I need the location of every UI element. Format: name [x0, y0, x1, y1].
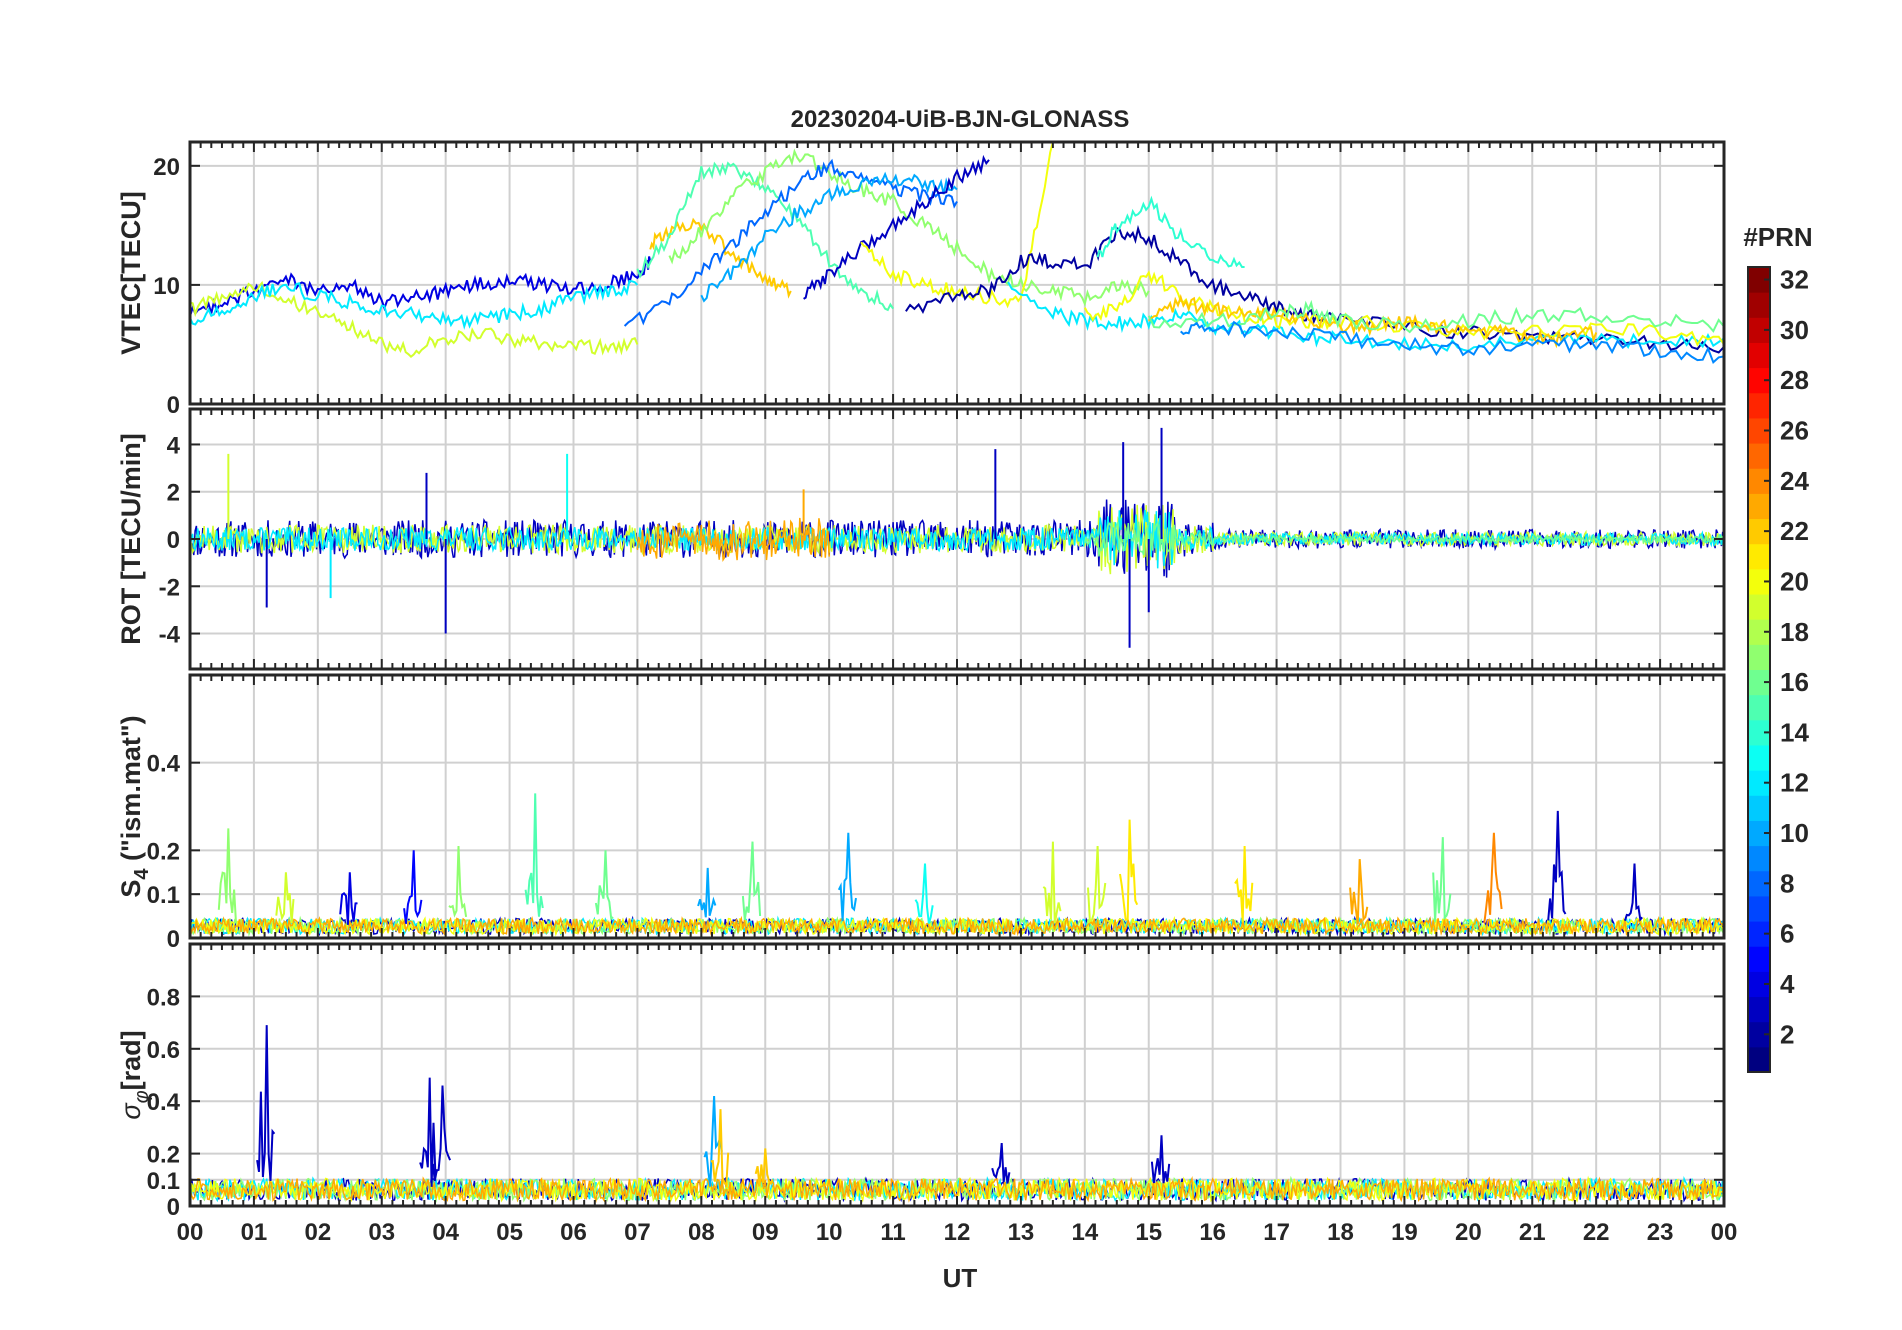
x-tick-label: 20: [1455, 1219, 1482, 1246]
y-tick-label: 2: [167, 480, 180, 507]
panel-sigma-phi: 00.10.20.40.60.8σφ[rad]: [116, 942, 1726, 1221]
colorbar-segment: [1748, 594, 1770, 620]
y-axis-label: VTEC[TECU]: [116, 191, 146, 355]
colorbar-segment: [1748, 342, 1770, 369]
x-tick-label: 22: [1583, 1219, 1610, 1246]
x-tick-label: 00: [1711, 1219, 1738, 1246]
y-tick-label: 0.2: [147, 838, 180, 865]
colorbar-segment: [1748, 996, 1770, 1023]
y-tick-label: 20: [153, 154, 180, 181]
y-tick-label: 4: [167, 432, 181, 459]
x-tick-label: 11: [880, 1219, 905, 1246]
x-tick-label: 05: [496, 1219, 523, 1246]
x-tick-label: 06: [560, 1219, 587, 1246]
x-tick-label: 03: [368, 1219, 395, 1246]
y-tick-label: 0: [167, 392, 180, 419]
colorbar-segment: [1748, 392, 1770, 419]
y-tick-label: 0.6: [147, 1037, 180, 1064]
colorbar-tick-label: 6: [1780, 919, 1794, 949]
x-tick-label: 15: [1135, 1219, 1162, 1246]
x-tick-label: 07: [624, 1219, 651, 1246]
colorbar-segment: [1748, 543, 1770, 570]
colorbar-tick-label: 14: [1780, 717, 1809, 747]
x-tick-label: 02: [304, 1219, 331, 1246]
colorbar-tick-label: 8: [1780, 868, 1794, 898]
y-tick-label: 0.2: [147, 1142, 180, 1169]
x-tick-label: 01: [241, 1219, 268, 1246]
x-tick-label: 16: [1199, 1219, 1226, 1246]
x-axis-label: UT: [943, 1263, 978, 1293]
y-tick-label: 10: [153, 273, 180, 300]
x-tick-label: 00: [177, 1219, 204, 1246]
y-axis-label: S4 ("ism.mat"): [116, 715, 153, 897]
colorbar-tick-label: 22: [1780, 516, 1809, 546]
panel-s4: 0 0.1 0.2 0.4S4 ("ism.mat"): [116, 673, 1726, 953]
x-tick-label: 21: [1519, 1219, 1546, 1246]
colorbar-segment: [1748, 443, 1770, 469]
colorbar-tick-label: 18: [1780, 617, 1809, 647]
y-tick-label: -4: [159, 622, 181, 649]
colorbar-tick-label: 24: [1780, 466, 1809, 496]
y-tick-label: 0: [167, 527, 180, 554]
x-tick-label: 23: [1647, 1219, 1674, 1246]
figure: 20230204-UiB-BJN-GLONASS 01020VTEC[TECU]…: [116, 106, 1813, 1293]
y-tick-label: 0.4: [147, 751, 181, 778]
colorbar-segment: [1748, 744, 1770, 771]
x-tick-label: 09: [752, 1219, 779, 1246]
x-tick-label: 17: [1263, 1219, 1290, 1246]
colorbar-tick-label: 26: [1780, 416, 1809, 446]
x-tick-label: 04: [432, 1219, 459, 1246]
colorbar-tick-label: 10: [1780, 818, 1809, 848]
x-tick-labels: 00 01 02 03 04 05 06 07 08 09 10 11 12 13 14 15 16 17 18 19…: [177, 1219, 1738, 1246]
x-tick-label: 10: [816, 1219, 843, 1246]
colorbar-tick-label: 12: [1780, 768, 1809, 798]
colorbar-segment: [1748, 795, 1770, 821]
colorbar-label: #PRN: [1743, 222, 1812, 252]
y-tick-label: 0: [167, 1194, 180, 1221]
y-tick-label: 0.8: [147, 984, 180, 1011]
colorbar-tick-label: 20: [1780, 566, 1809, 596]
colorbar-tick-label: 16: [1780, 667, 1809, 697]
y-tick-label: 0: [167, 926, 180, 953]
x-tick-label: 13: [1008, 1219, 1035, 1246]
colorbar-tick-label: 28: [1780, 365, 1809, 395]
figure-title: 20230204-UiB-BJN-GLONASS: [791, 106, 1130, 133]
colorbar: 2468101214161820222426283032#PRN: [1743, 222, 1813, 1073]
colorbar-segment: [1748, 644, 1770, 670]
x-tick-label: 14: [1071, 1219, 1098, 1246]
panel-rot: -4 -2 0 2 4 ROT [TECU/min]: [116, 407, 1726, 671]
colorbar-tick-label: 32: [1780, 265, 1809, 295]
colorbar-segment: [1748, 694, 1770, 721]
colorbar-segment: [1748, 946, 1770, 972]
y-tick-label: -2: [159, 574, 180, 601]
x-tick-label: 19: [1391, 1219, 1418, 1246]
y-axis-label: ROT [TECU/min]: [116, 433, 146, 644]
colorbar-tick-label: 2: [1780, 1019, 1794, 1049]
colorbar-segment: [1748, 292, 1770, 318]
y-tick-label: 0.1: [147, 1168, 180, 1195]
panel-vtec: 0 10 20 VTEC[TECU]: [116, 140, 1726, 419]
colorbar-segment: [1748, 1046, 1770, 1073]
x-tick-label: 18: [1327, 1219, 1354, 1246]
colorbar-segment: [1748, 845, 1770, 872]
colorbar-segment: [1748, 895, 1770, 922]
x-tick-label: 08: [688, 1219, 715, 1246]
colorbar-tick-label: 4: [1780, 969, 1795, 999]
colorbar-segment: [1748, 493, 1770, 520]
x-tick-label: 12: [944, 1219, 971, 1246]
y-tick-label: 0.1: [147, 882, 180, 909]
colorbar-tick-label: 30: [1780, 315, 1809, 345]
